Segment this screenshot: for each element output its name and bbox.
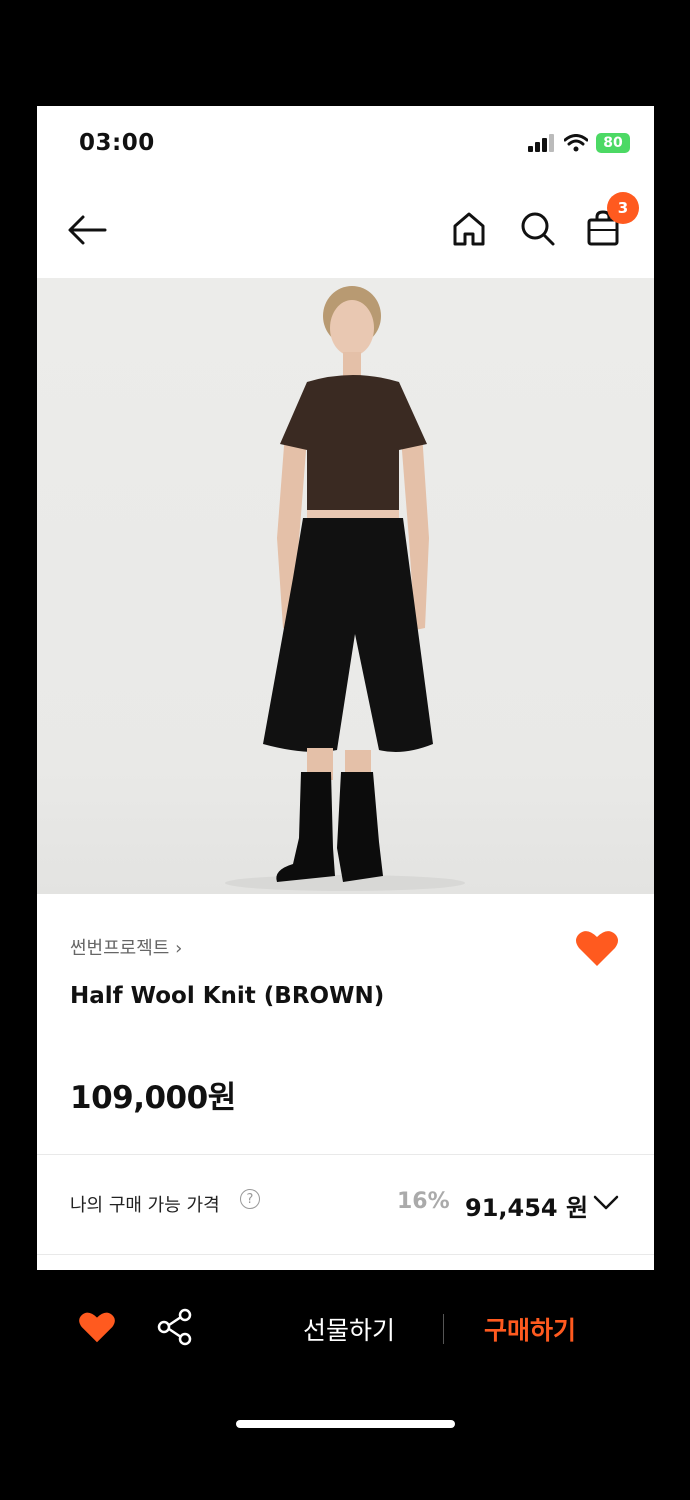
bottom-action-bar: 선물하기 구매하기 [0,1270,690,1500]
product-image[interactable] [37,278,654,894]
discounted-price: 91,454 원 [465,1194,589,1222]
status-icons: 80 [528,133,630,153]
signal-icon [528,134,554,152]
battery-level: 80 [603,135,623,151]
buy-button[interactable]: 구매하기 [484,1311,576,1347]
my-price-label: 나의 구매 가능 가격 [70,1195,220,1216]
discount-rate: 16% [397,1189,450,1214]
heart-icon[interactable] [78,1310,116,1344]
home-icon[interactable] [449,208,489,248]
back-arrow-icon[interactable] [65,212,109,248]
divider [37,1254,654,1255]
status-bar: 03:00 80 [37,106,654,184]
brand-link[interactable]: 썬번프로젝트 › [70,934,182,960]
search-icon[interactable] [517,208,557,248]
my-price-row[interactable]: 나의 구매 가능 가격 ? 16% 91,454 원 [37,1156,654,1254]
app-screen: 03:00 80 3 썬번프로젝트 › Half Wool Knit (BROW… [37,106,654,1270]
heart-icon[interactable] [575,928,619,968]
share-icon[interactable] [156,1308,194,1346]
status-time: 03:00 [79,130,155,156]
product-price: 109,000원 [70,1080,236,1116]
divider [37,1154,654,1155]
product-photo-model [225,286,465,891]
home-indicator[interactable] [236,1420,455,1428]
product-name: Half Wool Knit (BROWN) [70,983,385,1009]
help-icon[interactable]: ? [240,1189,260,1209]
chevron-down-icon[interactable] [593,1192,619,1212]
cart-count-badge: 3 [607,192,639,224]
wifi-icon [564,134,588,152]
divider [443,1314,444,1344]
top-nav: 3 [37,184,654,276]
gift-button[interactable]: 선물하기 [303,1311,395,1347]
battery-indicator: 80 [596,133,630,153]
